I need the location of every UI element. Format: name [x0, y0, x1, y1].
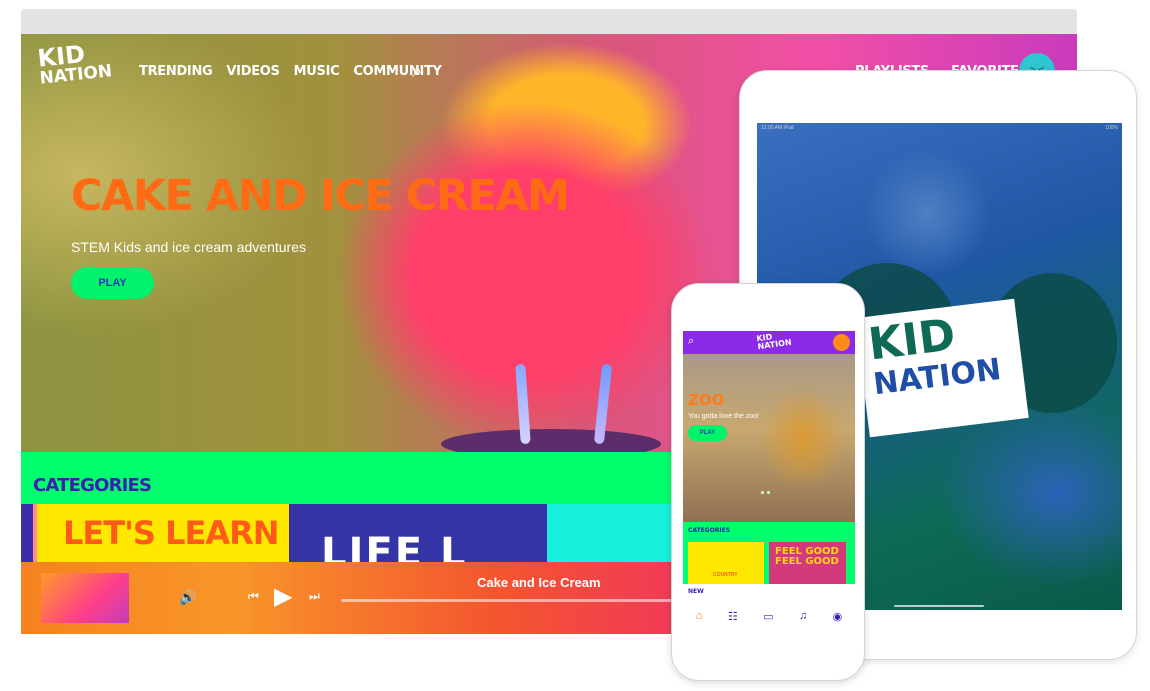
category-tile-label: LIFE L [321, 530, 468, 562]
category-tile-label: FEEL GOOD FEEL GOOD [775, 546, 839, 567]
home-icon[interactable]: ⌂ [696, 610, 703, 622]
category-tile-country[interactable]: COUNTRY [688, 542, 764, 584]
tv-icon[interactable]: ▭ [763, 610, 773, 623]
phone-screen: ⌕ KID NATION ZOO You gotta love the zoo! … [683, 331, 855, 633]
nav-link-trending[interactable]: TRENDING [139, 64, 213, 79]
player-track-title: Cake and Ice Cream [477, 575, 601, 590]
carousel-dots[interactable] [761, 481, 775, 494]
categories-title: CATEGORIES [688, 527, 731, 534]
nav-link-videos[interactable]: VIDEOS [226, 64, 279, 79]
main-nav: TRENDING VIDEOS MUSIC COMMUNITY [139, 64, 442, 79]
music-note-icon[interactable]: ♫ [799, 610, 807, 622]
tablet-status-bar: 12:00 AM iPad 100% [761, 125, 1118, 131]
category-tile-feel-good[interactable]: FEEL GOOD FEEL GOOD [769, 542, 846, 584]
category-tile-label: COUNTRY [713, 572, 738, 578]
phone-tab-bar: ⌂ ☷ ▭ ♫ ◉ [683, 599, 855, 633]
player-thumbnail[interactable] [41, 573, 129, 623]
skip-previous-icon[interactable]: ⏮ [248, 589, 259, 604]
hero-title: ZOO [688, 391, 725, 409]
home-indicator [894, 605, 984, 607]
avatar[interactable] [833, 334, 850, 351]
categories-title: CATEGORIES [33, 475, 152, 496]
new-section-title: NEW [688, 588, 704, 595]
hero-subtitle: STEM Kids and ice cream adventures [71, 239, 306, 255]
category-tile-life[interactable]: LIFE L [291, 504, 545, 562]
kid-nation-splash-logo: KID NATION [855, 298, 1029, 438]
nav-link-music[interactable]: MUSIC [294, 64, 340, 79]
hero-subtitle: You gotta love the zoo! [688, 413, 759, 420]
play-button[interactable]: PLAY [71, 267, 154, 299]
category-tile-label: LET'S LEARN [63, 514, 279, 552]
category-tile[interactable] [547, 504, 677, 562]
play-button[interactable]: PLAY [688, 425, 727, 441]
category-tile-lets-learn[interactable]: LET'S LEARN [33, 504, 289, 562]
nav-link-community[interactable]: COMMUNITY [353, 64, 442, 79]
volume-icon[interactable]: 🔊 [179, 589, 196, 606]
hero-title: CAKE AND ICE CREAM [71, 171, 570, 221]
browser-title-bar [21, 9, 1077, 34]
skip-next-icon[interactable]: ⏭ [309, 589, 320, 604]
search-icon[interactable]: ⌕ [412, 61, 422, 82]
search-icon[interactable]: ⌕ [688, 335, 694, 348]
play-icon[interactable]: ▶ [274, 582, 292, 611]
news-icon[interactable]: ☷ [728, 610, 738, 623]
kid-nation-logo[interactable]: KID NATION [36, 40, 113, 99]
phone-mockup: ⌕ KID NATION ZOO You gotta love the zoo! … [671, 283, 865, 681]
profile-icon[interactable]: ◉ [833, 610, 843, 623]
player-progress-bar[interactable] [341, 599, 681, 602]
